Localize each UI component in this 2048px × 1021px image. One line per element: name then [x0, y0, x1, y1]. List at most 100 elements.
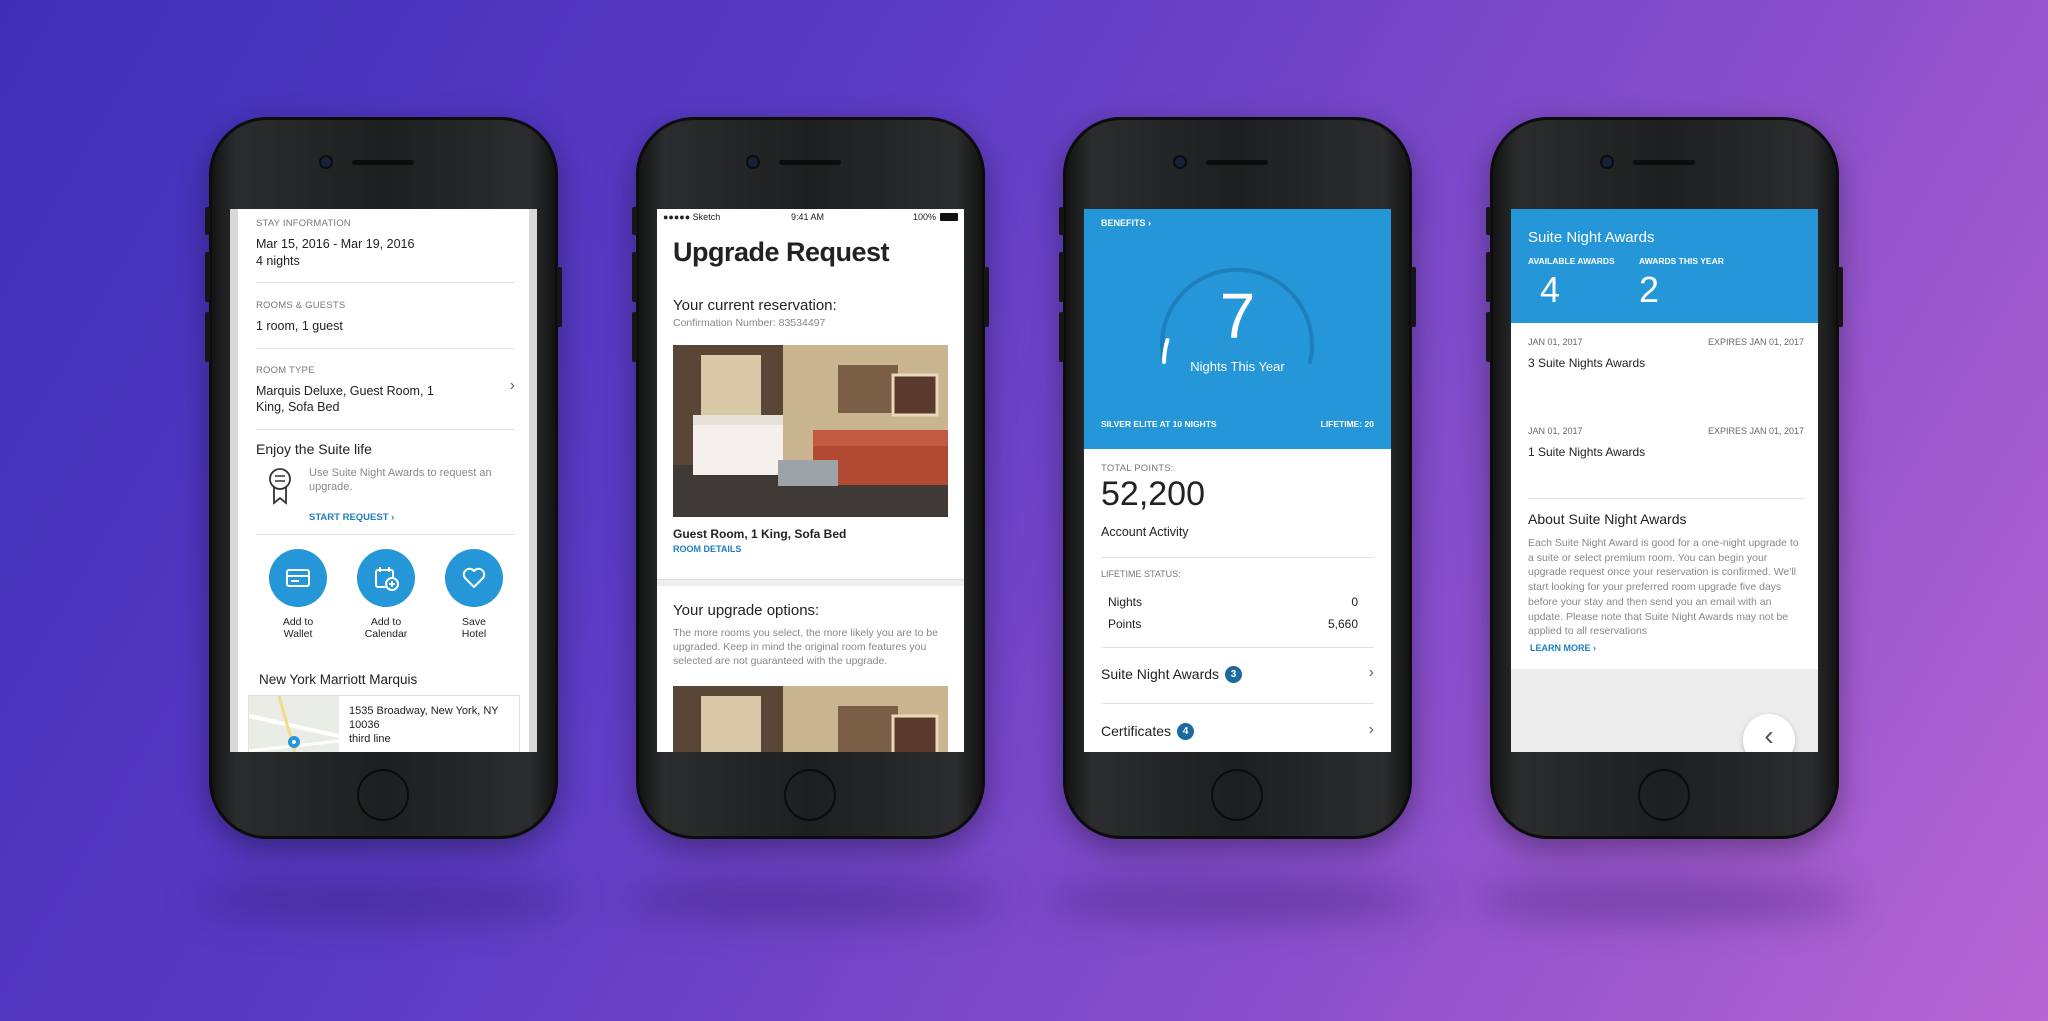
status-battery: 100% [912, 212, 936, 222]
home-button[interactable] [784, 769, 836, 821]
screen: BENEFITS › 7 Nights This Year SILVER ELI… [1084, 209, 1391, 752]
chevron-right-icon: › [1368, 664, 1374, 681]
camera [1602, 157, 1612, 167]
total-points: 52,200 [1101, 475, 1205, 513]
room-name: Guest Room, 1 King, Sofa Bed [673, 527, 847, 541]
available-awards-count: 4 [1540, 269, 1561, 310]
home-button[interactable] [1211, 769, 1263, 821]
add-to-wallet-button[interactable]: Add to Wallet [256, 549, 340, 640]
total-points-label: TOTAL POINTS: [1101, 463, 1174, 474]
action-label: Add to [370, 616, 402, 628]
calendar-add-icon [357, 549, 415, 607]
phone-shadow [622, 880, 1002, 920]
awards-this-year-label: AWARDS THIS YEAR [1639, 256, 1724, 266]
lifetime-status-label: LIFETIME STATUS: [1101, 569, 1181, 579]
count-badge: 4 [1177, 723, 1195, 740]
award-date: JAN 01, 2017 [1528, 337, 1583, 347]
stay-nights: 4 nights [256, 254, 300, 268]
hotel-address-card[interactable]: 1535 Broadway, New York, NY 10036 third … [248, 695, 520, 752]
chevron-right-icon: › [1368, 721, 1374, 738]
page-title: Suite Night Awards [1528, 229, 1655, 246]
start-request-link[interactable]: START REQUEST › [309, 512, 394, 523]
battery-icon [940, 213, 958, 221]
home-button[interactable] [1638, 769, 1690, 821]
learn-more-link[interactable]: LEARN MORE › [1530, 643, 1596, 653]
chevron-right-icon: › [509, 377, 515, 394]
about-text: Each Suite Night Award is good for a one… [1528, 537, 1799, 638]
suite-night-awards-row[interactable]: Suite Night Awards 3 › [1101, 664, 1374, 686]
award-expiry: EXPIRES JAN 01, 2017 [1707, 337, 1804, 347]
phone-suite-night-awards: Suite Night Awards AVAILABLE AWARDS 4 AW… [1486, 117, 1843, 839]
address-line: third line [349, 733, 391, 745]
room-type-value: Marquis Deluxe, Guest Room, 1 King, Sofa… [256, 384, 434, 414]
lifetime-nights-row: Nights 0 [1108, 595, 1358, 609]
room-photo[interactable] [673, 686, 948, 752]
upgrade-options-heading: Your upgrade options: [673, 602, 820, 619]
save-hotel-button[interactable]: Save Hotel [432, 549, 516, 640]
room-photo[interactable] [673, 345, 948, 517]
award-item[interactable]: JAN 01, 2017 EXPIRES JAN 01, 2017 3 Suit… [1528, 337, 1804, 397]
room-details-link[interactable]: ROOM DETAILS [673, 544, 741, 554]
nights-header: BENEFITS › 7 Nights This Year SILVER ELI… [1084, 209, 1391, 449]
status-carrier: ●●●●● Sketch [663, 212, 721, 222]
heart-icon [445, 549, 503, 607]
award-item[interactable]: JAN 01, 2017 EXPIRES JAN 01, 2017 1 Suit… [1528, 426, 1804, 486]
phone-shadow [1049, 880, 1429, 920]
benefits-link[interactable]: BENEFITS › [1101, 218, 1151, 228]
learn-more-label: LEARN MORE [1530, 643, 1591, 653]
camera [321, 157, 331, 167]
phone-shadow [1476, 880, 1856, 920]
rooms-guests-value: 1 room, 1 guest [256, 319, 343, 333]
award-date: JAN 01, 2017 [1528, 426, 1583, 436]
upgrade-options-text: The more rooms you select, the more like… [673, 627, 938, 667]
row-value: 0 [1351, 595, 1358, 609]
action-label: Add to [282, 616, 314, 628]
screen: STAY INFORMATION Mar 15, 2016 - Mar 19, … [230, 209, 537, 752]
lifetime-points-row: Points 5,660 [1108, 617, 1358, 631]
home-button[interactable] [357, 769, 409, 821]
about-title: About Suite Night Awards [1528, 511, 1687, 527]
speaker [1206, 160, 1268, 165]
action-label: Save [462, 616, 486, 628]
stay-dates: Mar 15, 2016 - Mar 19, 2016 [256, 237, 415, 251]
hotel-name: New York Marriott Marquis [259, 672, 418, 687]
row-value: 5,660 [1327, 617, 1358, 631]
page-title: Upgrade Request [673, 237, 890, 267]
award-name: 3 Suite Nights Awards [1528, 356, 1646, 370]
row-label: Suite Night Awards [1101, 666, 1220, 682]
phone-stay-details: STAY INFORMATION Mar 15, 2016 - Mar 19, … [205, 117, 562, 839]
benefits-label: BENEFITS [1101, 218, 1146, 228]
rooms-guests-label: ROOMS & GUESTS [256, 300, 346, 311]
address-line: 1535 Broadway, New York, NY [349, 705, 499, 717]
speaker [1633, 160, 1695, 165]
status-time: 9:41 AM [791, 212, 825, 222]
nights-count: 7 [1219, 280, 1256, 352]
add-to-calendar-button[interactable]: Add to Calendar [344, 549, 428, 640]
room-type-row[interactable]: ROOM TYPE Marquis Deluxe, Guest Room, 1 … [256, 365, 515, 420]
certificates-row[interactable]: Certificates 4 › [1101, 721, 1374, 743]
lifetime-nights: LIFETIME: 20 [1320, 419, 1374, 429]
confirmation-number: Confirmation Number: 83534497 [673, 317, 826, 329]
map-thumbnail[interactable] [249, 696, 339, 752]
row-label: Points [1108, 617, 1142, 631]
awards-this-year-count: 2 [1639, 269, 1660, 310]
awards-header: Suite Night Awards AVAILABLE AWARDS 4 AW… [1511, 209, 1818, 323]
phone-benefits: BENEFITS › 7 Nights This Year SILVER ELI… [1059, 117, 1416, 839]
action-label: Calendar [364, 628, 408, 640]
address-line: 10036 [349, 719, 380, 731]
phone-upgrade-request: ●●●●● Sketch 9:41 AM 100% Upgrade Reques… [632, 117, 989, 839]
award-expiry: EXPIRES JAN 01, 2017 [1707, 426, 1804, 436]
phone-shadow [195, 880, 575, 920]
award-name: 1 Suite Nights Awards [1528, 445, 1646, 459]
suite-life-title: Enjoy the Suite life [256, 441, 372, 457]
action-label: Hotel [461, 628, 487, 640]
elite-status: SILVER ELITE AT 10 NIGHTS [1101, 419, 1217, 429]
row-label: Nights [1108, 595, 1143, 609]
speaker [779, 160, 841, 165]
wallet-icon [269, 549, 327, 607]
account-activity-link[interactable]: Account Activity [1101, 525, 1189, 539]
stay-information-label: STAY INFORMATION [256, 218, 351, 229]
chevron-left-icon: ‹ [1764, 720, 1774, 751]
suite-life-text: Use Suite Night Awards to request an upg… [309, 467, 492, 493]
nights-label: Nights This Year [1190, 359, 1285, 374]
